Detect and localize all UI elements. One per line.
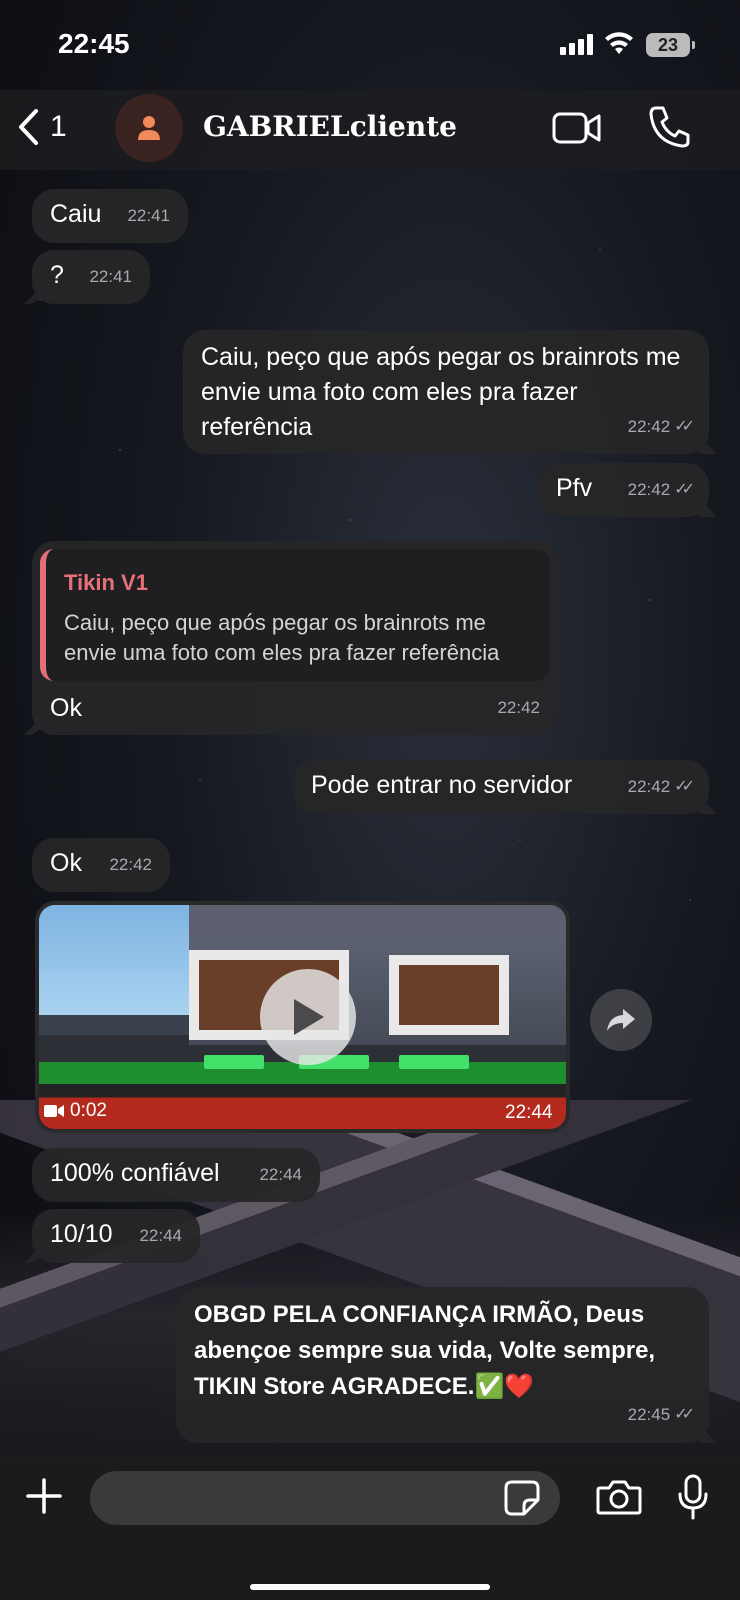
share-arrow-icon: [607, 1009, 635, 1031]
play-button[interactable]: [260, 969, 356, 1065]
person-icon: [138, 116, 160, 140]
message-time: 22:44: [139, 1226, 182, 1245]
play-icon: [294, 999, 324, 1035]
back-button[interactable]: 1: [16, 108, 67, 146]
quote-author: Tikin V1: [64, 570, 148, 595]
message-text: Caiu, peço que após pegar os brainrots m…: [201, 343, 681, 441]
video-duration: 0:02: [44, 1100, 107, 1122]
cellular-signal-icon: [560, 34, 593, 55]
message-in[interactable]: 100% confiável 22:44: [32, 1148, 320, 1202]
message-text: OBGD PELA CONFIANÇA IRMÃO, Deus abençoe …: [194, 1301, 656, 1400]
message-time: 22:42: [497, 698, 540, 717]
home-indicator[interactable]: [250, 1584, 490, 1590]
message-input[interactable]: [90, 1471, 560, 1525]
video-camera-icon: [44, 1105, 64, 1117]
message-text: ?: [50, 261, 64, 289]
video-thumbnail-sky: [39, 905, 189, 1015]
chevron-left-icon: [19, 109, 38, 145]
chat-header: 1 GABRIELcliente: [0, 90, 740, 170]
avatar[interactable]: [115, 94, 183, 162]
message-text: Ok: [50, 849, 82, 877]
message-out[interactable]: Caiu, peço que após pegar os brainrots m…: [183, 330, 709, 454]
status-bar: 22:45 23: [0, 0, 740, 90]
camera-icon[interactable]: [596, 1478, 642, 1516]
message-status: 22:42 ✓✓: [628, 409, 695, 444]
double-check-icon: ✓✓: [674, 1406, 695, 1423]
message-status: 22:42 ✓✓: [628, 769, 695, 804]
composer-bar: [0, 1456, 740, 1600]
quoted-message[interactable]: Tikin V1 Caiu, peço que após pegar os br…: [40, 549, 550, 681]
message-out[interactable]: Pfv 22:42 ✓✓: [538, 463, 709, 517]
status-time: 22:45: [58, 28, 130, 59]
message-text: 100% confiável: [50, 1159, 220, 1187]
message-time: 22:41: [89, 267, 132, 286]
double-check-icon: ✓✓: [674, 418, 695, 435]
message-time: 22:44: [259, 1165, 302, 1184]
message-time: 22:41: [127, 206, 170, 225]
contact-name[interactable]: GABRIELcliente: [203, 110, 457, 143]
message-text: Ok: [50, 694, 82, 722]
plus-icon[interactable]: [24, 1476, 64, 1516]
microphone-icon[interactable]: [678, 1474, 708, 1520]
message-out[interactable]: Pode entrar no servidor 22:42 ✓✓: [293, 760, 709, 814]
video-timestamp: 22:44: [505, 1102, 553, 1123]
message-text: Pode entrar no servidor: [311, 771, 573, 799]
phone-icon[interactable]: [648, 104, 690, 148]
message-status: 22:45 ✓✓: [628, 1397, 695, 1433]
message-in-reply[interactable]: Tikin V1 Caiu, peço que após pegar os br…: [32, 541, 558, 735]
wifi-icon: [605, 32, 633, 54]
video-message[interactable]: [35, 901, 570, 1133]
double-check-icon: ✓✓: [674, 481, 695, 498]
message-text: Pfv: [556, 474, 593, 502]
unread-count: 1: [50, 110, 67, 143]
message-out[interactable]: OBGD PELA CONFIANÇA IRMÃO, Deus abençoe …: [176, 1287, 709, 1443]
message-in[interactable]: Caiu 22:41: [32, 189, 188, 243]
forward-button[interactable]: [590, 989, 652, 1051]
message-time: 22:42: [109, 855, 152, 874]
quote-text: Caiu, peço que após pegar os brainrots m…: [64, 610, 500, 665]
message-status: 22:42 ✓✓: [628, 472, 695, 507]
sticker-icon[interactable]: [504, 1480, 540, 1516]
video-thumbnail-pad: [204, 1055, 264, 1069]
video-thumbnail-frame: [389, 955, 509, 1035]
video-thumbnail-pad: [399, 1055, 469, 1069]
message-text: Caiu: [50, 200, 102, 228]
video-call-icon[interactable]: [552, 110, 602, 146]
battery-indicator: 23: [646, 33, 695, 57]
double-check-icon: ✓✓: [674, 778, 695, 795]
message-in[interactable]: Ok 22:42: [32, 838, 170, 892]
message-in[interactable]: 10/10 22:44: [32, 1209, 200, 1263]
message-text: 10/10: [50, 1220, 113, 1248]
message-in[interactable]: ? 22:41: [32, 250, 150, 304]
